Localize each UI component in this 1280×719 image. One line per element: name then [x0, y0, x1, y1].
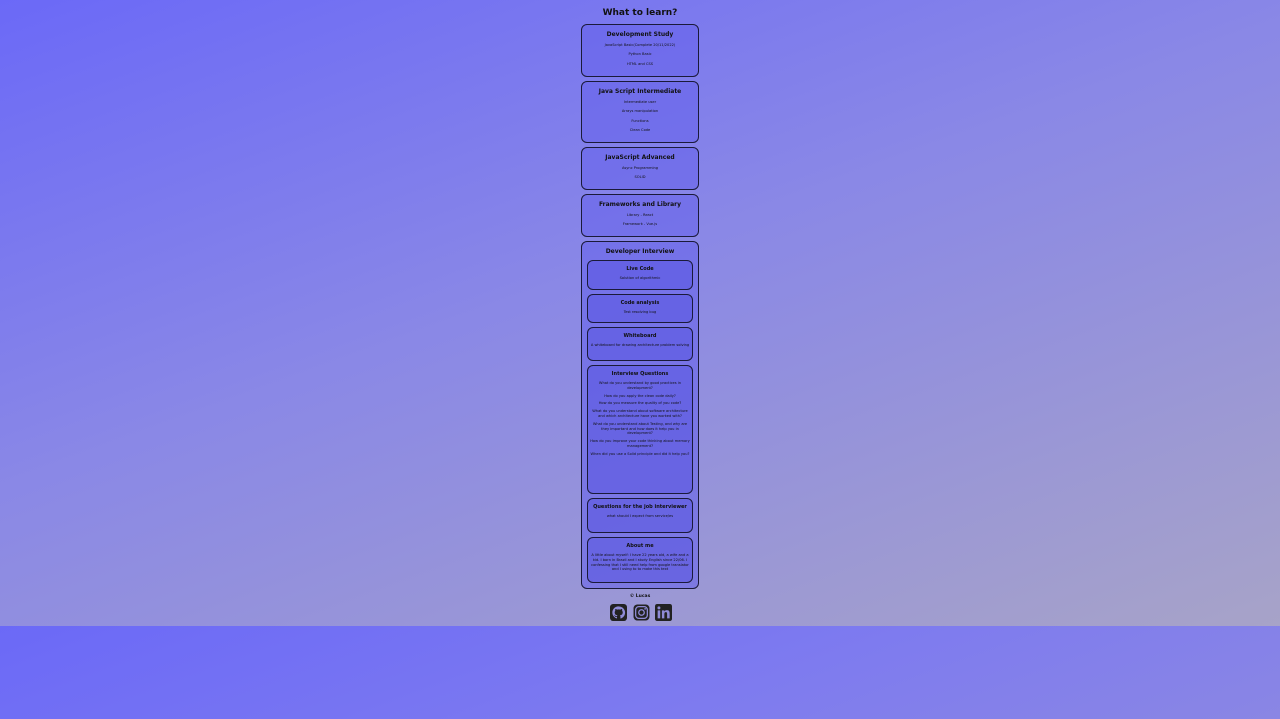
card-title: Developer Interview: [605, 248, 675, 255]
subcard-text: A whiteboard for drawing architecture pr…: [590, 343, 690, 347]
question-item: What do you understand about Testing, an…: [592, 421, 688, 436]
card-item: Framework - Vue.js: [622, 222, 658, 227]
github-icon[interactable]: [610, 604, 627, 621]
card-developer-interview: Developer Interview Live Code Solution o…: [581, 241, 699, 589]
linkedin-icon[interactable]: [655, 604, 672, 621]
card-item: Functions: [631, 118, 649, 123]
cards-list: Development Study JavaScript Basic(Compl…: [581, 24, 699, 593]
social-links: [610, 604, 672, 622]
card-item: HTML and CSS: [626, 61, 654, 66]
subcard-title: Questions for the job interviewer: [593, 504, 687, 510]
card-title: JavaScript Advanced: [605, 154, 675, 161]
question-item: What do you understand by good practices…: [598, 381, 682, 390]
subcard-title: Interview Questions: [611, 371, 669, 377]
card-item: Clean Code: [629, 128, 651, 133]
question-item: When did you use a Solid principle and d…: [590, 451, 690, 456]
subcard-text: Test resolving bug: [623, 310, 657, 314]
subcard-code-analysis: Code analysis Test resolving bug: [587, 294, 693, 323]
page-background-bottom: [0, 626, 1280, 719]
card-item: SOLID: [634, 175, 646, 180]
subcard-title: Code analysis: [620, 300, 660, 306]
card-title: Development Study: [606, 31, 674, 38]
question-item: How do you apply the clean code daily?: [604, 393, 676, 398]
subcard-title: Whiteboard: [623, 333, 657, 339]
card-title: Java Script Intermediate: [598, 88, 682, 95]
question-item: How do you improve your code thinking ab…: [590, 439, 690, 448]
card-development-study: Development Study JavaScript Basic(Compl…: [581, 24, 699, 77]
card-item: Library - React: [626, 213, 654, 217]
instagram-icon[interactable]: [633, 604, 650, 621]
card-title: Frameworks and Library: [598, 201, 682, 208]
footer-copyright: © Lucas: [629, 594, 651, 599]
card-item: Async Programming: [621, 166, 659, 170]
page-title: What to learn?: [602, 8, 678, 18]
card-item: JavaScript Basic(Complete 20/11/2022): [604, 43, 676, 47]
card-item: Python Basic: [628, 52, 652, 57]
subcard-text: A little about myself: I have 22 years o…: [591, 553, 689, 572]
subcard-title: Live Code: [626, 266, 654, 272]
subcard-text: Solution of algorithmic: [619, 276, 661, 280]
question-item: How do you measure the quality of you co…: [598, 401, 682, 406]
subcard-questions-interviewer: Questions for the job interviewer what s…: [587, 498, 693, 533]
card-javascript-advanced: JavaScript Advanced Async Programming SO…: [581, 147, 699, 190]
subcard-title: About me: [626, 543, 654, 549]
card-frameworks-library: Frameworks and Library Library - React F…: [581, 194, 699, 237]
subcard-interview-questions: Interview Questions What do you understa…: [587, 365, 693, 494]
card-javascript-intermediate: Java Script Intermediate Intermediate us…: [581, 81, 699, 143]
subcard-live-code: Live Code Solution of algorithmic: [587, 260, 693, 290]
subcard-whiteboard: Whiteboard A whiteboard for drawing arch…: [587, 327, 693, 361]
subcard-text: what should I expect from service/es: [606, 514, 674, 518]
card-item: Arrays manipulation: [621, 109, 659, 114]
card-item: Intermediate user: [623, 100, 657, 104]
subcard-about-me: About me A little about myself: I have 2…: [587, 537, 693, 583]
question-item: What do you understand about software ar…: [592, 409, 688, 418]
